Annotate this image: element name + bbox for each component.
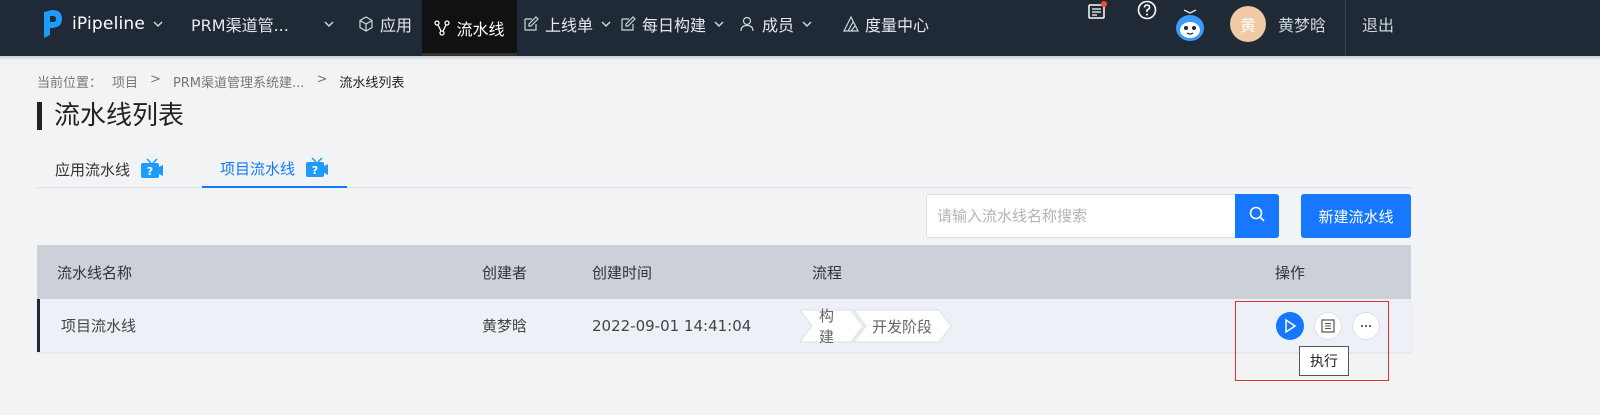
navbar-shadow [0,56,1600,60]
column-header-flow: 流程 [812,263,843,282]
tab-app-pipeline[interactable]: 应用流水线 ? [37,150,182,188]
search-button[interactable] [1235,194,1279,238]
logout-link[interactable]: 退出 [1362,0,1394,48]
nav-item-label: 流水线 [456,20,505,39]
edit-icon [620,16,636,32]
search-icon [1248,205,1266,227]
run-tooltip: 执行 [1299,346,1349,376]
nav-item-app[interactable]: 应用 [350,0,420,48]
nav-item-label: 成员 [762,16,795,35]
pipeline-name[interactable]: 项目流水线 [61,299,136,352]
flow-stage-dev: 开发阶段 [872,317,933,336]
pipeline-icon [434,20,451,36]
search-input[interactable] [926,194,1236,238]
nav-item-metrics[interactable]: 度量中心 [835,0,937,48]
tab-bar: 应用流水线 ? 项目流水线 ? [37,150,1411,188]
video-help-icon[interactable]: ? [140,158,164,180]
breadcrumb-separator: > [316,72,328,87]
table-row[interactable]: 项目流水线 黄梦晗 2022-09-01 14:41:04 构建 开发阶段 [37,299,1411,352]
nav-item-pipeline[interactable]: 流水线 [422,0,517,56]
pipeline-created-time: 2022-09-01 14:41:04 [592,316,752,335]
avatar[interactable]: 黄 [1230,6,1266,42]
username[interactable]: 黄梦晗 [1278,0,1326,48]
project-chevron-down-icon[interactable] [316,0,334,48]
table-header: 流水线名称 创建者 创建时间 流程 操作 [37,245,1411,299]
project-selector[interactable]: PRM渠道管... [191,0,289,48]
user-icon [740,16,756,32]
nav-divider [1345,0,1346,56]
flow-stage-build: 构建 [819,307,835,346]
video-help-icon[interactable]: ? [305,157,329,179]
column-header-actions: 操作 [1275,263,1306,282]
chevron-down-icon [153,19,163,29]
brand-name: iPipeline [72,14,146,34]
nav-item-label: 应用 [380,16,413,35]
breadcrumb: 当前位置： 项目 > PRM渠道管理系统建... > 流水线列表 [37,72,416,91]
page-title: 流水线列表 [37,102,184,130]
nav-item-label: 每日构建 [642,16,707,35]
breadcrumb-item-prm[interactable]: PRM渠道管理系统建... [173,72,305,91]
column-header-name: 流水线名称 [57,263,133,282]
ipipeline-logo-icon [40,6,66,42]
column-header-creator: 创建者 [482,263,528,282]
edit-icon [523,16,539,32]
pipeline-creator: 黄梦晗 [482,317,528,335]
chevron-down-icon [802,19,812,29]
nav-item-label: 度量中心 [865,16,930,35]
robot-assistant-icon[interactable] [1172,0,1208,48]
brand-logo[interactable]: iPipeline [40,0,163,48]
new-pipeline-button[interactable]: 新建流水线 [1301,194,1411,238]
nav-item-label: 上线单 [545,16,594,35]
nav-item-daily-build[interactable]: 每日构建 [612,0,732,48]
chevron-down-icon [601,19,611,29]
tab-label: 项目流水线 [220,159,296,178]
svg-text:?: ? [147,165,153,178]
chart-icon [843,16,859,32]
pipeline-table: 流水线名称 创建者 创建时间 流程 操作 项目流水线 黄梦晗 2022-09-0… [37,245,1411,352]
top-navbar: iPipeline PRM渠道管... 应用 流水线 上线单 每日构建 成员 度… [0,0,1600,56]
nav-item-release[interactable]: 上线单 [515,0,619,48]
tab-label: 应用流水线 [55,160,131,179]
chevron-down-icon [714,19,724,29]
help-icon[interactable] [1137,0,1157,20]
breadcrumb-item-current: 流水线列表 [339,76,405,91]
breadcrumb-item-project[interactable]: 项目 [112,72,138,91]
notification-icon[interactable] [1087,0,1107,20]
column-header-created-time: 创建时间 [592,263,653,282]
breadcrumb-prefix: 当前位置： [37,76,103,91]
tab-project-pipeline[interactable]: 项目流水线 ? [202,150,348,188]
nav-item-members[interactable]: 成员 [732,0,820,48]
cube-icon [358,16,374,32]
breadcrumb-separator: > [150,72,161,87]
svg-text:?: ? [312,164,318,177]
